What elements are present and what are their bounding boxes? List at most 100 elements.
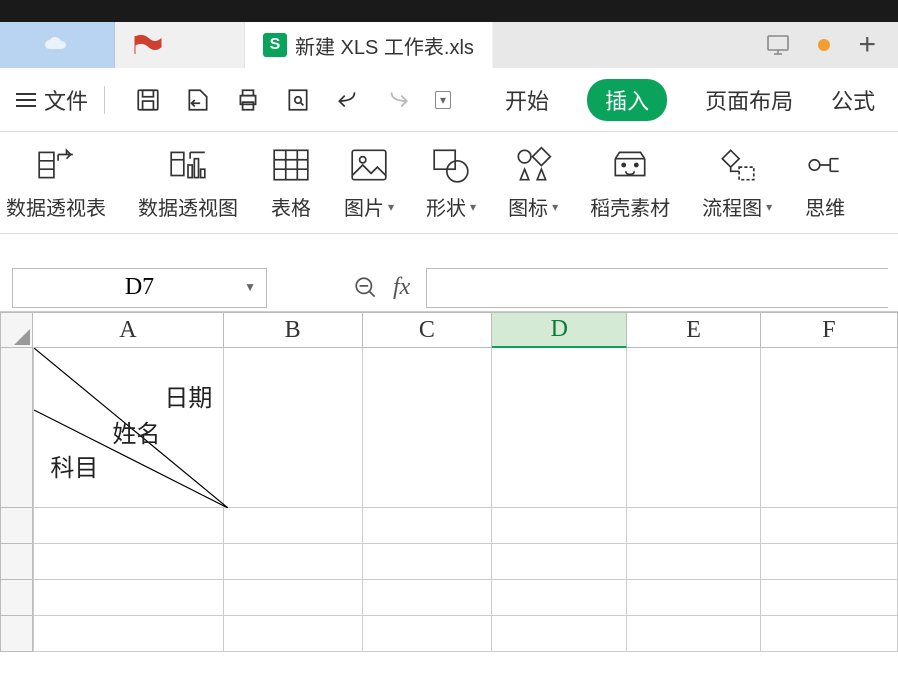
document-tab-bar: S 新建 XLS 工作表.xls + [0,22,898,68]
insert-ribbon: 数据透视表 数据透视图 表格 图片 ▾ 形状▾ 图标 ▾ 稻壳素材 流程图 ▾ 思维 [0,132,898,234]
column-header-a[interactable]: A [33,312,223,348]
chevron-down-icon: ▾ [552,200,558,214]
cell[interactable] [224,508,363,544]
ribbon-docer[interactable]: 稻壳素材 [590,144,670,221]
cell[interactable] [627,544,760,580]
cell[interactable] [363,508,492,544]
menu-formula[interactable]: 公式 [831,84,875,116]
cell[interactable] [627,580,760,616]
ribbon-pivot-table[interactable]: 数据透视表 [6,144,106,221]
menu-start[interactable]: 开始 [505,84,549,116]
cell[interactable] [224,616,363,652]
main-toolbar: 文件 ▾ 开始 插入 页面布局 公式 [0,68,898,132]
picture-icon [348,144,390,186]
os-top-bar [0,0,898,22]
cell[interactable] [761,544,898,580]
cell[interactable] [33,508,223,544]
icons-icon [512,144,554,186]
save-icon[interactable] [135,87,161,113]
menu-page-layout[interactable]: 页面布局 [705,84,793,116]
ribbon-flowchart-label: 流程图 [702,192,762,221]
print-icon[interactable] [235,87,261,113]
ribbon-icons[interactable]: 图标 ▾ [508,144,558,221]
ribbon-pivot-table-label: 数据透视表 [6,192,106,221]
save-as-icon[interactable] [185,87,211,113]
cell-a1[interactable]: 日期 姓名 科目 [33,348,223,508]
ribbon-icons-label: 图标 [508,192,548,221]
cell[interactable] [492,508,627,544]
cell[interactable] [224,348,363,508]
cell[interactable] [492,616,627,652]
header-label-subject: 科目 [50,448,98,483]
cell[interactable] [492,348,627,508]
row-header[interactable] [0,508,33,544]
document-title: 新建 XLS 工作表.xls [295,31,474,60]
cell[interactable] [33,616,223,652]
cell[interactable] [627,616,760,652]
column-header-d[interactable]: D [492,312,627,348]
cell[interactable] [33,580,223,616]
column-header-f[interactable]: F [761,312,898,348]
cell[interactable] [363,544,492,580]
cell[interactable] [627,508,760,544]
cell[interactable] [492,544,627,580]
column-header-c[interactable]: C [363,312,492,348]
cell[interactable] [761,580,898,616]
zoom-out-icon[interactable] [353,275,379,301]
select-all-corner[interactable] [0,312,33,348]
app-tab-1[interactable] [0,22,115,68]
flag-icon [133,34,163,56]
cell[interactable] [627,348,760,508]
ribbon-pivot-chart-label: 数据透视图 [138,192,238,221]
ribbon-shapes[interactable]: 形状▾ [426,144,476,221]
chevron-down-icon: ▾ [388,200,394,214]
redo-icon[interactable] [385,87,411,113]
file-menu-label: 文件 [44,84,88,116]
menu-insert[interactable]: 插入 [587,79,667,121]
cell[interactable] [492,580,627,616]
pivot-chart-icon [167,144,209,186]
mindmap-icon [804,144,846,186]
column-header-e[interactable]: E [627,312,760,348]
ribbon-mindmap[interactable]: 思维 [804,144,846,221]
chevron-down-icon: ▾ [470,200,476,214]
ribbon-flowchart[interactable]: 流程图 ▾ [702,144,772,221]
preview-icon[interactable] [285,87,311,113]
flowchart-icon [716,144,758,186]
cell[interactable] [761,508,898,544]
cloud-icon [43,35,71,55]
name-box[interactable]: D7 ▼ [12,268,267,308]
formula-bar: D7 ▼ fx [0,264,898,312]
hamburger-icon [16,93,36,107]
cell[interactable] [761,348,898,508]
app-tab-2[interactable] [115,22,245,68]
fx-icon[interactable]: fx [393,274,410,301]
qat-dropdown-icon[interactable]: ▾ [435,91,451,109]
cell[interactable] [363,616,492,652]
column-header-b[interactable]: B [224,312,363,348]
ribbon-table[interactable]: 表格 [270,144,312,221]
cell[interactable] [33,544,223,580]
cell[interactable] [224,580,363,616]
pivot-table-icon [35,144,77,186]
new-tab-button[interactable]: + [858,28,876,62]
row-header[interactable] [0,616,33,652]
row-header-1[interactable] [0,348,33,508]
ribbon-pivot-chart[interactable]: 数据透视图 [138,144,238,221]
document-tab-active[interactable]: S 新建 XLS 工作表.xls [245,22,493,68]
cell[interactable] [761,616,898,652]
presentation-icon[interactable] [766,34,790,56]
cell[interactable] [363,580,492,616]
file-menu-button[interactable]: 文件 [0,84,121,116]
chevron-down-icon[interactable]: ▼ [244,280,256,295]
cell[interactable] [224,544,363,580]
ribbon-mindmap-label: 思维 [805,192,845,221]
chevron-down-icon: ▾ [766,200,772,214]
cell[interactable] [363,348,492,508]
undo-icon[interactable] [335,87,361,113]
row-header[interactable] [0,544,33,580]
formula-input[interactable] [426,268,888,308]
ribbon-picture-label: 图片 [344,192,384,221]
row-header[interactable] [0,580,33,616]
ribbon-picture[interactable]: 图片 ▾ [344,144,394,221]
